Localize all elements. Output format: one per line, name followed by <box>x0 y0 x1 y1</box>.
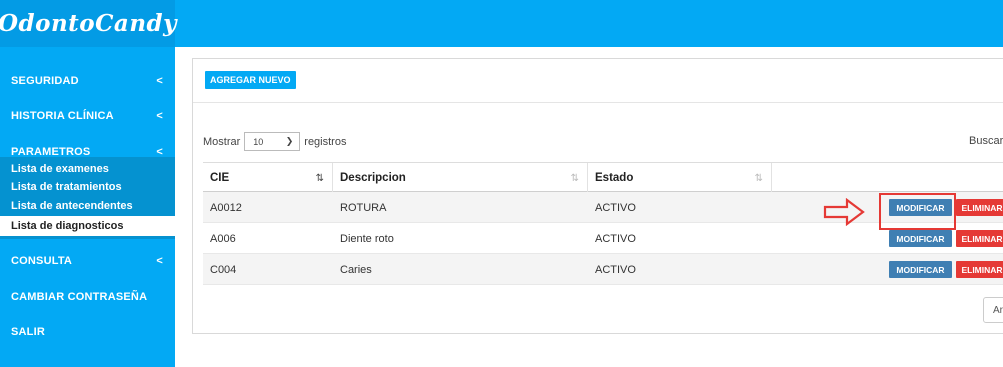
column-header-actions <box>772 163 1003 193</box>
logo-container[interactable]: OdontoCandy <box>0 0 178 47</box>
delete-button[interactable]: ELIMINAR <box>956 230 1003 247</box>
sidebar-item-cambiar-contrasena[interactable]: CAMBIAR CONTRASEÑA <box>0 285 175 309</box>
parametros-submenu: Lista de examenes Lista de tratamientos … <box>0 157 175 239</box>
submenu-item-label: Lista de antecendentes <box>11 200 133 212</box>
submenu-item-label: Lista de diagnosticos <box>11 220 124 232</box>
submenu-item-diagnosticos[interactable]: Lista de diagnosticos <box>0 216 175 236</box>
records-label: registros <box>304 135 347 148</box>
submenu-item-label: Lista de examenes <box>11 163 109 175</box>
modify-button[interactable]: MODIFICAR <box>889 261 952 278</box>
cell-estado: ACTIVO <box>595 232 636 245</box>
page-length-value: 10 <box>253 136 264 147</box>
submenu-item-label: Lista de tratamientos <box>11 181 122 193</box>
chevron-left-icon: < <box>156 255 163 267</box>
column-header-descripcion[interactable]: Descripcion ⇅ <box>333 163 587 193</box>
column-header-cie[interactable]: CIE ⇅ <box>203 163 332 193</box>
add-new-button[interactable]: AGREGAR NUEVO <box>205 71 296 89</box>
chevron-left-icon: < <box>156 110 163 122</box>
chevron-left-icon: < <box>156 75 163 87</box>
submenu-item-tratamientos[interactable]: Lista de tratamientos <box>0 178 175 196</box>
cell-cie: C004 <box>210 263 237 276</box>
sort-icon: ⇅ <box>754 172 763 184</box>
column-header-estado[interactable]: Estado ⇅ <box>588 163 771 193</box>
sidebar: SEGURIDAD < HISTORIA CLÍNICA < PARAMETRO… <box>0 47 175 367</box>
column-header-label: CIE <box>210 172 230 184</box>
sidebar-item-salir[interactable]: SALIR <box>0 320 175 344</box>
sort-ascending-icon: ⇅ <box>315 172 324 184</box>
chevron-down-icon: ❯ <box>285 136 294 146</box>
page-length-select[interactable]: 10 ❯ <box>244 132 301 151</box>
table-header: CIE ⇅ Descripcion ⇅ Estado ⇅ <box>203 162 1003 193</box>
panel-header: AGREGAR NUEVO <box>193 59 1003 103</box>
submenu-item-examenes[interactable]: Lista de examenes <box>0 160 175 178</box>
cell-descripcion: Diente roto <box>340 232 394 245</box>
right-arrow-outline-icon <box>823 198 865 226</box>
modify-button[interactable]: MODIFICAR <box>889 230 952 247</box>
sort-icon: ⇅ <box>570 172 579 184</box>
show-label: Mostrar <box>203 135 241 148</box>
column-header-label: Descripcion <box>340 172 406 184</box>
cell-estado: ACTIVO <box>595 263 636 276</box>
cell-cie: A0012 <box>210 201 242 214</box>
cell-descripcion: ROTURA <box>340 201 387 214</box>
app-logo: OdontoCandy <box>0 10 178 37</box>
sidebar-item-label: CONSULTA <box>11 255 73 267</box>
sidebar-item-label: SEGURIDAD <box>11 75 79 87</box>
sidebar-item-label: CAMBIAR CONTRASEÑA <box>11 291 148 303</box>
modify-highlight-box <box>879 193 956 230</box>
sidebar-item-historia-clinica[interactable]: HISTORIA CLÍNICA < <box>0 104 175 128</box>
sidebar-item-seguridad[interactable]: SEGURIDAD < <box>0 69 175 93</box>
delete-button[interactable]: ELIMINAR <box>956 261 1003 278</box>
sidebar-item-label: HISTORIA CLÍNICA <box>11 110 114 122</box>
search-label: Buscar: <box>969 135 1003 147</box>
cell-estado: ACTIVO <box>595 201 636 214</box>
column-header-label: Estado <box>595 172 634 184</box>
delete-button[interactable]: ELIMINAR <box>956 199 1003 216</box>
cell-descripcion: Caries <box>340 263 372 276</box>
page-length-control: Mostrar 10 ❯ registros <box>203 132 346 151</box>
table-row: C004 Caries ACTIVO MODIFICAR ELIMINAR <box>203 254 1003 285</box>
pagination-previous-button[interactable]: Ar <box>983 297 1003 323</box>
cell-cie: A006 <box>210 232 236 245</box>
sidebar-item-label: SALIR <box>11 326 45 338</box>
sidebar-item-consulta[interactable]: CONSULTA < <box>0 249 175 273</box>
submenu-item-antecendentes[interactable]: Lista de antecendentes <box>0 197 175 215</box>
